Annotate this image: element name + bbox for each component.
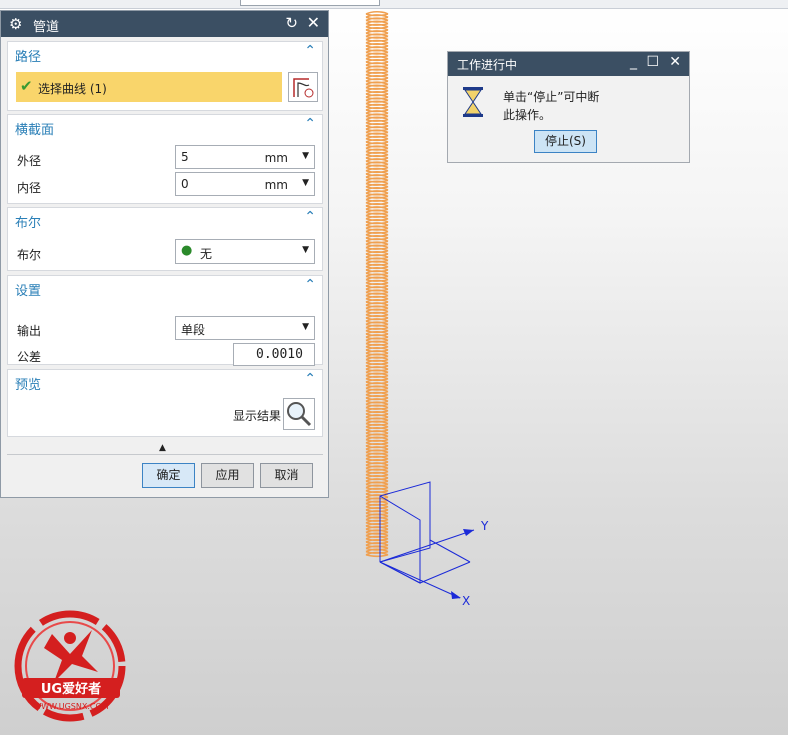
close-icon[interactable]: ✕ [307, 13, 320, 32]
check-icon: ✔ [20, 77, 33, 95]
boolean-value: 无 [200, 247, 213, 261]
outer-diameter-value: 5 [181, 150, 189, 164]
inner-diameter-field[interactable]: 0 mm ▼ [175, 172, 315, 196]
outer-diameter-unit: mm [264, 151, 288, 165]
path-header[interactable]: 路径 [15, 46, 41, 65]
pipe-dialog: ⚙ 管道 ↻ ✕ 路径 ⌃ ✔ 选择曲线 (1) 横截面 ⌃ 外径 5 mm ▼… [0, 10, 329, 498]
maximize-icon[interactable]: ☐ [646, 54, 659, 70]
x-axis-arrow [451, 591, 461, 599]
collapse-chevron-icon[interactable]: ⌃ [304, 277, 316, 293]
outer-diameter-label: 外径 [17, 154, 42, 168]
preview-group: 预览 ⌃ 显示结果 [7, 369, 323, 437]
y-axis-label: Y [480, 519, 489, 533]
collapse-chevron-icon[interactable]: ⌃ [304, 116, 316, 132]
boolean-icon: ● [181, 243, 193, 258]
show-result-label: 显示结果 [233, 409, 282, 423]
svg-text:UG爱好者: UG爱好者 [41, 681, 101, 697]
chevron-down-icon[interactable]: ▼ [302, 245, 309, 255]
curve-select-icon [293, 78, 314, 98]
svg-text:WWW.UGSNX.COM: WWW.UGSNX.COM [33, 702, 108, 711]
dialog-title: 管道 [33, 20, 60, 35]
settings-header[interactable]: 设置 [15, 280, 41, 299]
chevron-down-icon[interactable]: ▼ [302, 151, 309, 161]
select-curve-row[interactable]: ✔ 选择曲线 (1) [16, 72, 282, 102]
tolerance-field[interactable]: 0.0010 [233, 343, 315, 366]
cancel-button[interactable]: 取消 [260, 463, 313, 488]
apply-button[interactable]: 应用 [201, 463, 254, 488]
stop-button[interactable]: 停止(S) [534, 130, 597, 153]
tolerance-label: 公差 [17, 350, 42, 364]
y-axis-arrow [463, 529, 474, 536]
work-in-progress-popup: 工作进行中 _ ☐ ✕ 单击“停止”可中断 此操作。 停止(S) [447, 51, 690, 163]
boolean-group: 布尔 ⌃ 布尔 ● 无 ▼ [7, 207, 323, 271]
boolean-select[interactable]: ● 无 ▼ [175, 239, 315, 264]
divider [7, 454, 323, 455]
chevron-down-icon[interactable]: ▼ [302, 322, 309, 332]
path-group: 路径 ⌃ ✔ 选择曲线 (1) [7, 41, 323, 111]
hourglass-icon [463, 87, 483, 117]
preview-header[interactable]: 预览 [15, 374, 41, 393]
minimize-icon[interactable]: _ [630, 54, 637, 70]
popup-titlebar: 工作进行中 _ ☐ ✕ [448, 52, 689, 76]
dialog-titlebar: ⚙ 管道 ↻ ✕ [1, 11, 328, 37]
collapse-chevron-icon[interactable]: ⌃ [304, 43, 316, 59]
chevron-down-icon[interactable]: ▼ [302, 178, 309, 188]
collapse-chevron-icon[interactable]: ⌃ [304, 209, 316, 225]
helix-curve [365, 10, 389, 558]
popup-message-line2: 此操作。 [503, 108, 552, 122]
output-label: 输出 [17, 324, 42, 338]
inner-diameter-value: 0 [181, 177, 189, 191]
outer-diameter-field[interactable]: 5 mm ▼ [175, 145, 315, 169]
show-result-button[interactable] [283, 398, 315, 430]
select-curve-label: 选择曲线 (1) [38, 82, 107, 96]
tolerance-value: 0.0010 [256, 347, 303, 362]
magnifier-icon [287, 402, 312, 427]
output-select[interactable]: 单段 ▼ [175, 316, 315, 340]
ug-watermark-logo: UG爱好者 WWW.UGSNX.COM [14, 610, 126, 722]
inner-diameter-unit: mm [264, 178, 288, 192]
csys-triad [379, 481, 475, 599]
gear-icon: ⚙ [9, 15, 23, 33]
settings-group: 设置 ⌃ 输出 单段 ▼ 公差 0.0010 [7, 275, 323, 366]
ok-button[interactable]: 确定 [142, 463, 195, 488]
reset-icon[interactable]: ↻ [285, 14, 298, 32]
popup-title: 工作进行中 [457, 58, 518, 72]
output-value: 单段 [181, 323, 206, 337]
boolean-label: 布尔 [17, 248, 42, 262]
collapse-chevron-icon[interactable]: ⌃ [304, 371, 316, 387]
cross-section-group: 横截面 ⌃ 外径 5 mm ▼ 内径 0 mm ▼ [7, 114, 323, 204]
boolean-header[interactable]: 布尔 [15, 212, 41, 231]
more-options-arrow-icon[interactable]: ▲ [159, 443, 166, 453]
x-axis-label: X [462, 594, 470, 608]
close-icon[interactable]: ✕ [669, 54, 681, 70]
curve-select-button[interactable] [288, 72, 318, 102]
inner-diameter-label: 内径 [17, 181, 42, 195]
popup-message-line1: 单击“停止”可中断 [503, 90, 600, 104]
cross-section-header[interactable]: 横截面 [15, 119, 54, 138]
